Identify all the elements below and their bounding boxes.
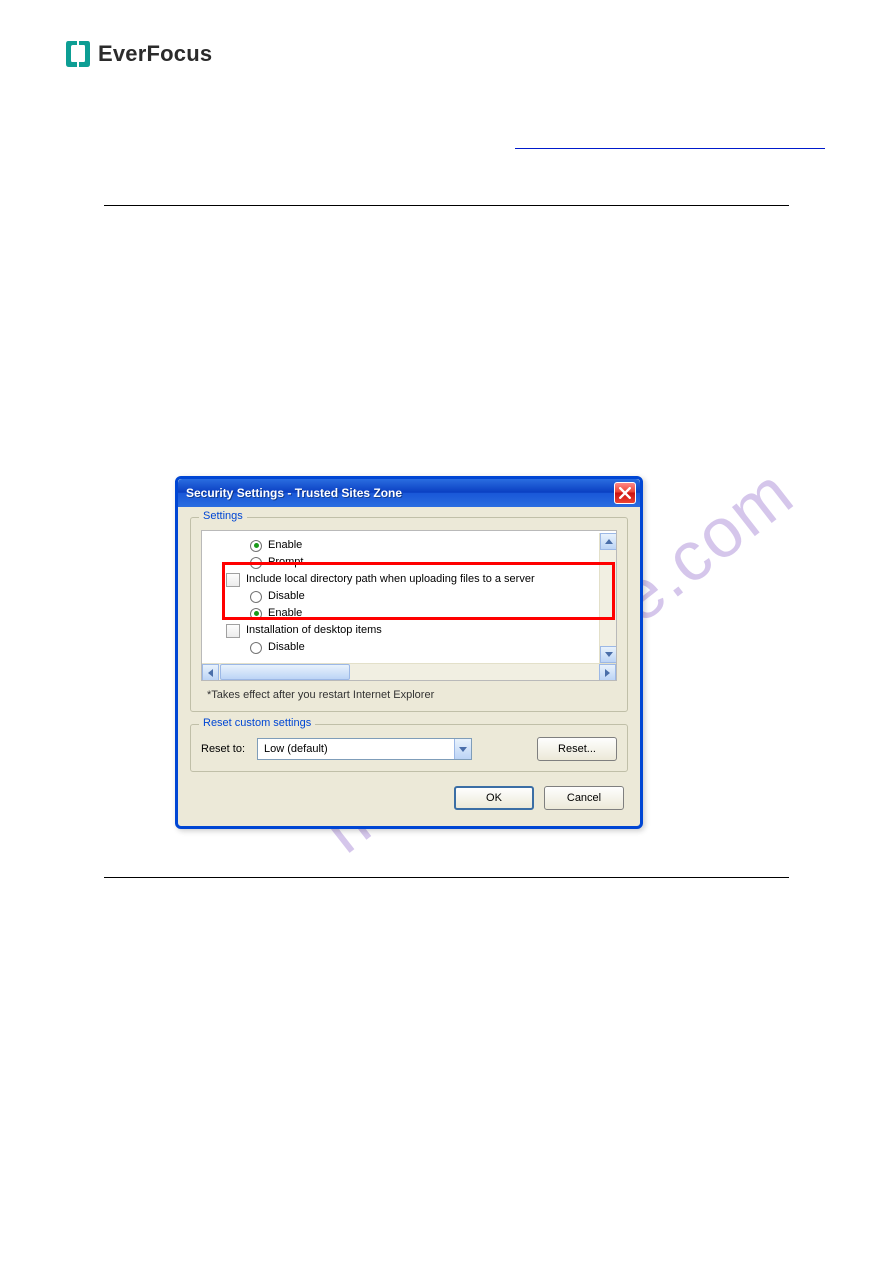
setting-install-desktop-items: Installation of desktop items xyxy=(202,622,616,639)
settings-area: Enable Prompt Include local directory pa… xyxy=(201,530,617,681)
reset-row: Reset to: Low (default) Reset... xyxy=(201,737,617,761)
scroll-track[interactable] xyxy=(351,664,599,680)
scroll-down-button[interactable] xyxy=(600,646,616,663)
dialog-body: Settings Enable Prompt xyxy=(178,507,640,826)
scroll-right-button[interactable] xyxy=(599,664,616,681)
top-divider xyxy=(104,205,789,206)
cancel-button[interactable]: Cancel xyxy=(544,786,624,810)
chevron-left-icon xyxy=(208,669,213,677)
chevron-up-icon xyxy=(605,539,613,544)
reset-group-label: Reset custom settings xyxy=(199,717,315,729)
setting-label: Include local directory path when upload… xyxy=(246,572,535,587)
logo-icon xyxy=(64,38,92,70)
chevron-down-icon xyxy=(605,652,613,657)
chevron-right-icon xyxy=(605,669,610,677)
setting-label: Installation of desktop items xyxy=(246,623,382,638)
radio-icon[interactable] xyxy=(250,540,262,552)
close-icon xyxy=(619,487,631,499)
header-link-underline xyxy=(515,148,825,149)
radio-icon[interactable] xyxy=(250,608,262,620)
setting-include-local-path: Include local directory path when upload… xyxy=(202,571,616,588)
option-include-enable[interactable]: Enable xyxy=(202,605,616,622)
settings-list[interactable]: Enable Prompt Include local directory pa… xyxy=(202,533,616,663)
radio-icon[interactable] xyxy=(250,591,262,603)
horizontal-scrollbar[interactable] xyxy=(202,663,616,680)
settings-group-label: Settings xyxy=(199,510,247,522)
paragraph-1: The second method involves adjusting the… xyxy=(125,232,768,292)
ok-button[interactable]: OK xyxy=(454,786,534,810)
close-button[interactable] xyxy=(614,482,636,504)
titlebar[interactable]: Security Settings - Trusted Sites Zone xyxy=(178,479,640,507)
chevron-down-icon xyxy=(459,747,467,752)
page-header: EverFocus xyxy=(64,38,829,70)
option-include-disable[interactable]: Disable xyxy=(202,588,616,605)
scroll-left-button[interactable] xyxy=(202,664,219,681)
vertical-scrollbar[interactable] xyxy=(599,533,616,663)
setting-group-icon xyxy=(226,573,240,587)
setting-group-icon xyxy=(226,624,240,638)
option-enable-prev[interactable]: Enable xyxy=(202,537,616,554)
radio-icon[interactable] xyxy=(250,557,262,569)
paragraph-2: For Internet Explorer 7.x, add the DVR's… xyxy=(125,318,768,358)
restart-note: *Takes effect after you restart Internet… xyxy=(201,681,617,701)
reset-button[interactable]: Reset... xyxy=(537,737,617,761)
logo-text: EverFocus xyxy=(98,41,212,67)
scroll-up-button[interactable] xyxy=(600,533,616,550)
option-prompt-prev[interactable]: Prompt xyxy=(202,554,616,571)
option-install-disable[interactable]: Disable xyxy=(202,639,616,656)
dialog-button-row: OK Cancel xyxy=(190,784,628,812)
radio-icon[interactable] xyxy=(250,642,262,654)
settings-tree: Enable Prompt Include local directory pa… xyxy=(202,533,616,656)
dialog-title: Security Settings - Trusted Sites Zone xyxy=(186,486,402,500)
option-label: Enable xyxy=(268,538,302,553)
dropdown-button[interactable] xyxy=(454,739,471,759)
reset-level-dropdown[interactable]: Low (default) xyxy=(257,738,472,760)
security-settings-dialog: Security Settings - Trusted Sites Zone S… xyxy=(175,476,643,829)
settings-groupbox: Settings Enable Prompt xyxy=(190,517,628,712)
reset-groupbox: Reset custom settings Reset to: Low (def… xyxy=(190,724,628,772)
bottom-divider xyxy=(104,877,789,878)
paragraph-3: For Internet Explorer 8.x, add the DVR's… xyxy=(125,422,768,442)
dropdown-value: Low (default) xyxy=(264,743,328,755)
option-label: Disable xyxy=(268,640,305,655)
reset-to-label: Reset to: xyxy=(201,743,245,755)
scroll-thumb[interactable] xyxy=(220,664,350,680)
option-label: Disable xyxy=(268,589,305,604)
option-label: Prompt xyxy=(268,555,303,570)
option-label: Enable xyxy=(268,606,302,621)
